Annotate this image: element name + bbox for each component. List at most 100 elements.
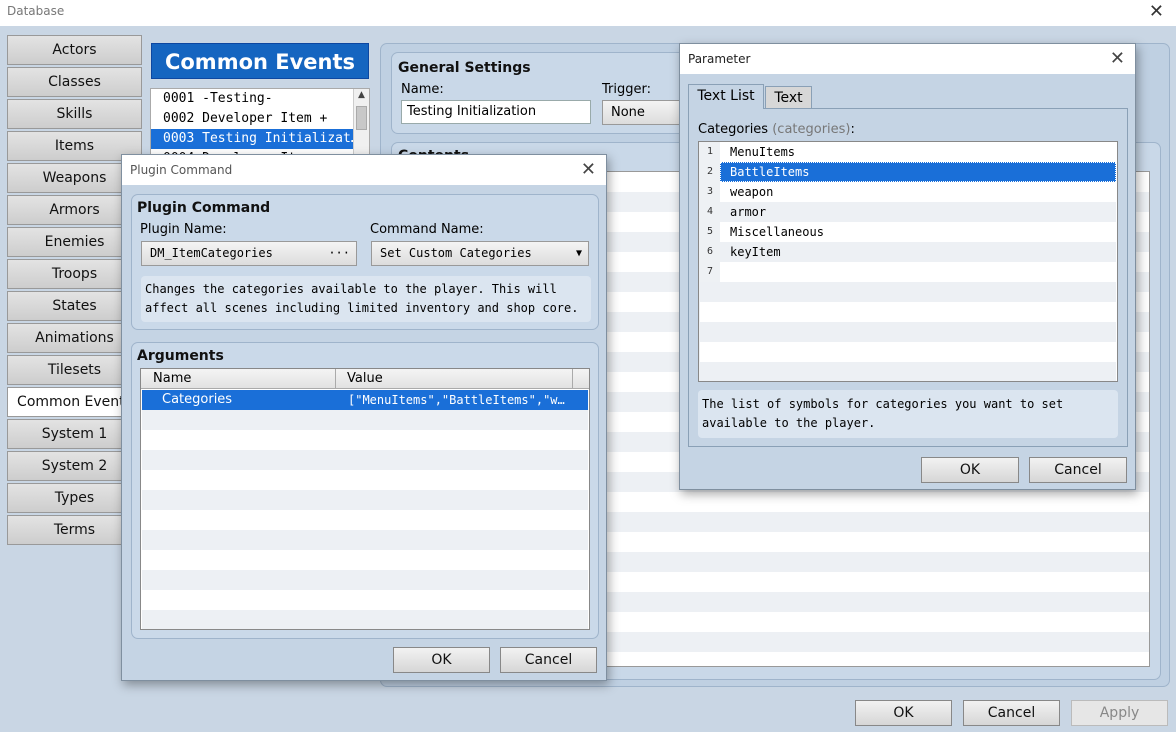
plugin-name-label: Plugin Name: <box>140 222 227 237</box>
line-number: 1 <box>700 142 720 162</box>
plugin-command-dialog: Plugin Command ✕ Plugin Command Plugin N… <box>121 154 607 681</box>
field-label-text: Categories <box>698 122 769 137</box>
table-header: Name Value <box>141 369 589 389</box>
text-list[interactable]: 1 MenuItems 2 BattleItems 3 weapon 4 armor 5 Misc… <box>698 141 1118 382</box>
name-field[interactable]: Testing Initialization <box>401 100 591 124</box>
common-events-header: Common Events <box>151 43 369 79</box>
list-item-text: weapon <box>730 185 774 199</box>
tab-text[interactable]: Text <box>765 86 812 109</box>
list-item[interactable]: 0003 Testing Initializat… <box>151 129 354 149</box>
apply-button[interactable]: Apply <box>1071 700 1168 726</box>
plugin-dialog-titlebar: Plugin Command ✕ <box>122 155 606 185</box>
list-item[interactable] <box>700 322 1116 342</box>
table-row[interactable] <box>142 510 588 530</box>
scroll-thumb[interactable] <box>356 106 367 130</box>
field-colon: : <box>850 122 855 137</box>
list-item[interactable]: 7 <box>700 262 1116 282</box>
plugin-ok-button[interactable]: OK <box>393 647 490 673</box>
trigger-label: Trigger: <box>602 82 651 97</box>
close-icon[interactable]: ✕ <box>581 159 596 180</box>
browse-icon[interactable]: ··· <box>328 242 350 265</box>
command-description: Changes the categories available to the … <box>141 276 591 322</box>
window-titlebar: Database ✕ <box>0 0 1176 26</box>
line-number: 7 <box>700 262 720 282</box>
table-row[interactable] <box>142 470 588 490</box>
arguments-title: Arguments <box>137 348 224 364</box>
table-row[interactable] <box>142 490 588 510</box>
close-icon[interactable]: ✕ <box>1110 48 1125 69</box>
parameter-dialog: Parameter ✕ Text List Text Categories (ca… <box>679 43 1136 490</box>
sidebar-item[interactable]: Classes <box>7 67 142 97</box>
list-item[interactable] <box>700 302 1116 322</box>
common-events-list[interactable]: 0001 -Testing- 0002 Developer Item +0003 … <box>150 88 370 166</box>
column-value[interactable]: Value <box>347 371 383 386</box>
general-settings-group: General Settings Name: Testing Initializ… <box>391 52 692 134</box>
argument-name: Categories <box>162 392 233 407</box>
table-row[interactable] <box>142 610 588 629</box>
plugin-cancel-button[interactable]: Cancel <box>500 647 597 673</box>
general-settings-title: General Settings <box>398 60 531 76</box>
command-name-select[interactable]: Set Custom Categories ▼ <box>371 241 589 266</box>
parameter-dialog-titlebar: Parameter ✕ <box>680 44 1135 74</box>
tab-text-list[interactable]: Text List <box>688 84 764 109</box>
window-title: Database <box>7 4 65 18</box>
plugin-command-group-title: Plugin Command <box>137 200 271 216</box>
list-item[interactable] <box>700 342 1116 362</box>
table-row[interactable] <box>142 410 588 430</box>
line-number: 3 <box>700 182 720 202</box>
list-item-text: keyItem <box>730 245 781 259</box>
table-row[interactable] <box>142 590 588 610</box>
parameter-ok-button[interactable]: OK <box>921 457 1019 483</box>
table-row[interactable]: Categories ["MenuItems","BattleItems","w… <box>142 390 588 410</box>
list-item-text: MenuItems <box>730 145 796 159</box>
table-row[interactable] <box>142 550 588 570</box>
argument-value: ["MenuItems","BattleItems","w… <box>348 393 565 407</box>
plugin-name-field[interactable]: DM_ItemCategories ··· <box>141 241 357 266</box>
command-name-value: Set Custom Categories <box>380 246 532 260</box>
name-label: Name: <box>401 82 444 97</box>
arguments-group: Arguments Name Value Categories ["MenuIte… <box>131 342 599 639</box>
list-item-text: BattleItems <box>730 165 810 179</box>
column-divider <box>572 369 573 389</box>
field-label: Categories (categories): <box>698 122 855 137</box>
table-row[interactable] <box>142 450 588 470</box>
plugin-name-value: DM_ItemCategories <box>150 246 273 260</box>
list-item[interactable] <box>700 362 1116 381</box>
table-row[interactable] <box>142 430 588 450</box>
line-number: 6 <box>700 242 720 262</box>
chevron-down-icon: ▼ <box>575 248 582 259</box>
list-item-text: armor <box>730 205 767 219</box>
scrollbar[interactable]: ▲ <box>353 89 369 157</box>
sidebar-item[interactable]: Actors <box>7 35 142 65</box>
list-item[interactable]: 5 Miscellaneous <box>700 222 1116 242</box>
list-item[interactable] <box>700 282 1116 302</box>
field-key: (categories) <box>772 122 851 137</box>
close-icon[interactable]: ✕ <box>1149 1 1164 22</box>
list-item[interactable]: 4 armor <box>700 202 1116 222</box>
command-name-label: Command Name: <box>370 222 484 237</box>
table-row[interactable] <box>142 530 588 550</box>
arguments-table[interactable]: Name Value Categories ["MenuItems","Battl… <box>140 368 590 630</box>
list-item[interactable]: 0002 Developer Item + <box>151 109 354 129</box>
line-number: 5 <box>700 222 720 242</box>
cancel-button[interactable]: Cancel <box>963 700 1060 726</box>
list-item[interactable]: 1 MenuItems <box>700 142 1116 162</box>
parameter-dialog-title: Parameter <box>688 52 751 66</box>
ok-button[interactable]: OK <box>855 700 952 726</box>
text-list-page: Categories (categories): 1 MenuItems 2 Batt… <box>688 108 1128 447</box>
parameter-description: The list of symbols for categories you w… <box>698 390 1118 438</box>
table-row[interactable] <box>142 570 588 590</box>
line-number: 2 <box>700 162 720 182</box>
scroll-up-icon[interactable]: ▲ <box>355 90 368 103</box>
column-divider <box>335 369 336 389</box>
list-item-text: Miscellaneous <box>730 225 824 239</box>
parameter-cancel-button[interactable]: Cancel <box>1029 457 1127 483</box>
plugin-command-group: Plugin Command Plugin Name: DM_ItemCateg… <box>131 194 599 330</box>
column-name[interactable]: Name <box>153 371 191 386</box>
line-number: 4 <box>700 202 720 222</box>
list-item[interactable]: 3 weapon <box>700 182 1116 202</box>
list-item[interactable]: 6 keyItem <box>700 242 1116 262</box>
list-item[interactable]: 2 BattleItems <box>700 162 1116 182</box>
list-item[interactable]: 0001 -Testing- <box>151 89 354 109</box>
sidebar-item[interactable]: Skills <box>7 99 142 129</box>
